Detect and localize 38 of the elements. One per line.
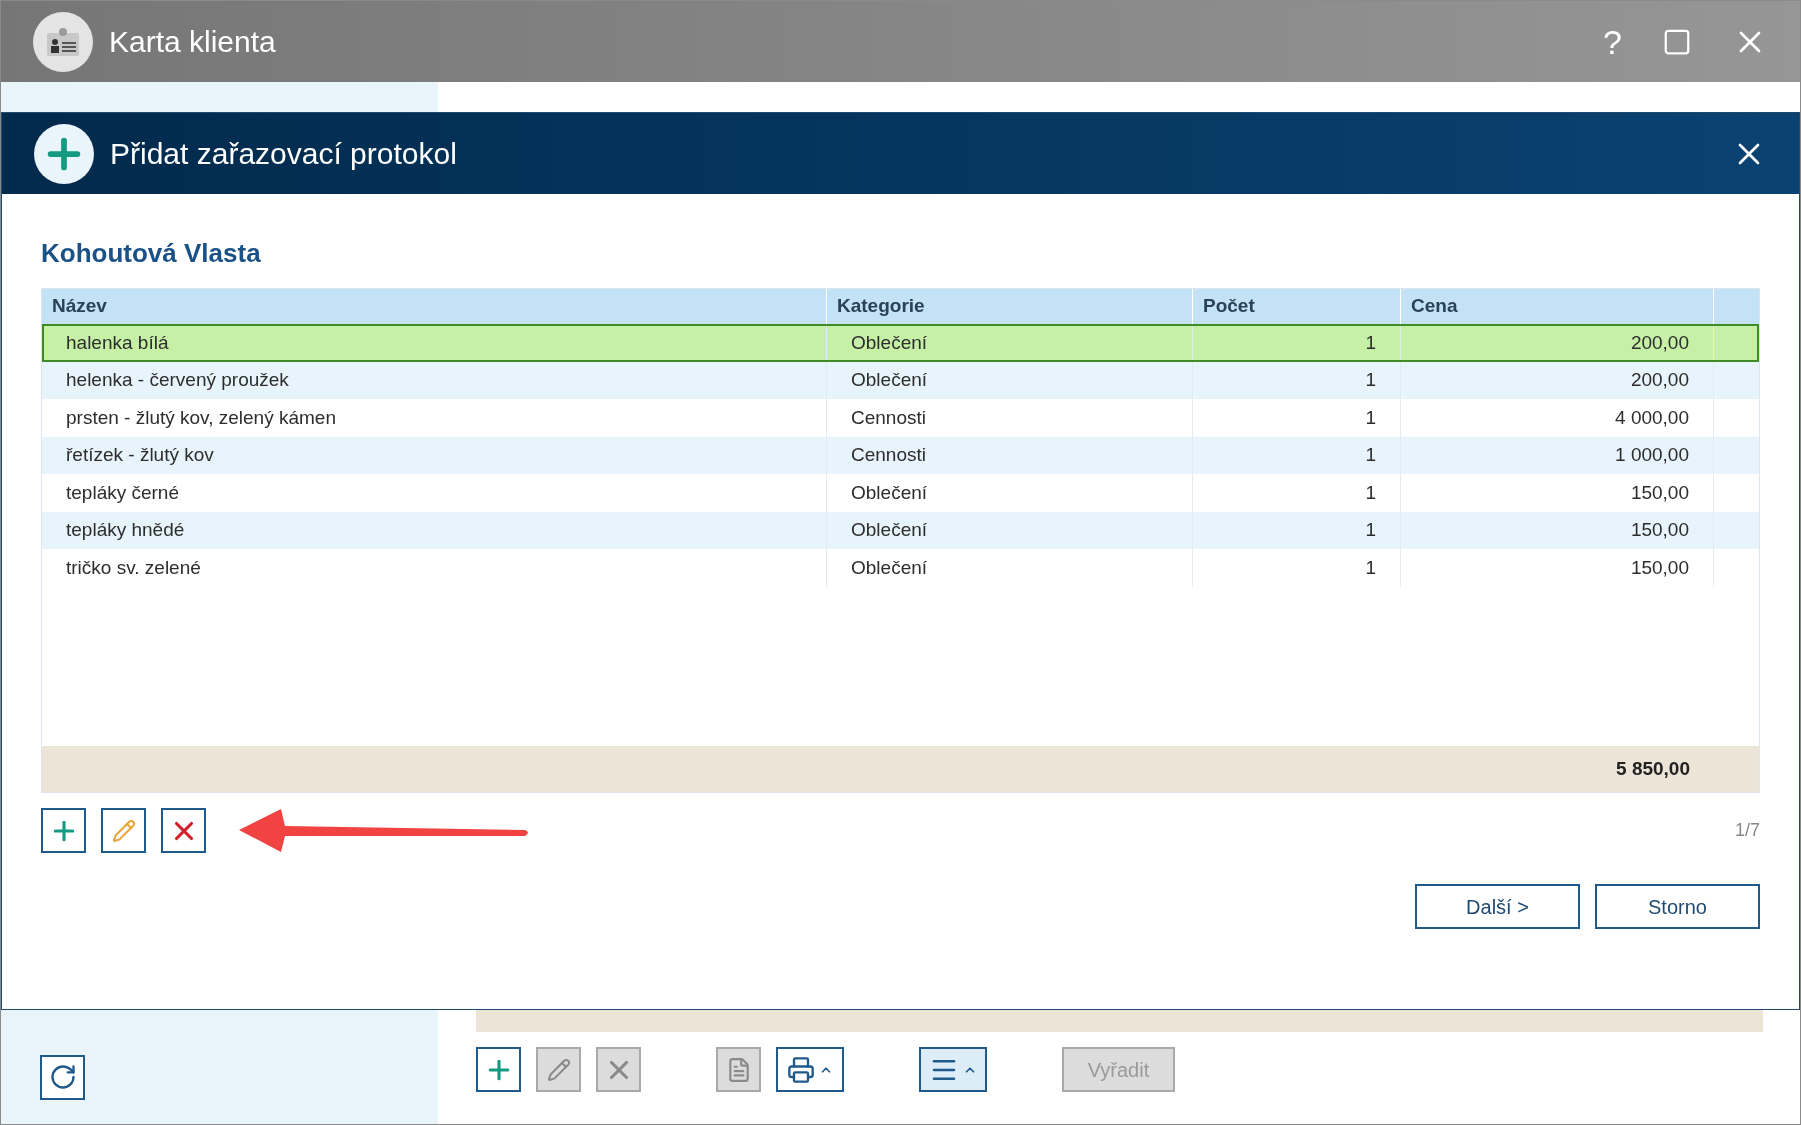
table-cell: Oblečení [827, 474, 1193, 512]
table-cell: Oblečení [827, 549, 1193, 587]
table-cell: 1 [1193, 399, 1401, 437]
table-cell: 1 [1193, 549, 1401, 587]
table-cell: tepláky černé [42, 474, 827, 512]
table-row[interactable]: halenka bílá Oblečení 1 200,00 [42, 324, 1759, 362]
pencil-icon [546, 1057, 571, 1082]
refresh-icon [48, 1063, 77, 1091]
table-cell: 200,00 [1401, 324, 1714, 362]
edit-button[interactable] [101, 808, 146, 853]
table-row[interactable]: helenka - červený proužek Oblečení 1 200,00 [42, 361, 1759, 399]
menu-button[interactable] [919, 1047, 987, 1092]
table-cell: 1 [1193, 324, 1401, 362]
add-button[interactable] [41, 808, 86, 853]
table-row[interactable]: tepláky hnědé Oblečení 1 150,00 [42, 511, 1759, 549]
refresh-button[interactable] [40, 1054, 85, 1100]
table-cell: 1 [1193, 474, 1401, 512]
table-cell: Oblečení [827, 324, 1193, 362]
table-row[interactable]: řetízek - žlutý kov Cennosti 1 1 000,00 [42, 436, 1759, 474]
pencil-icon [111, 818, 136, 843]
table-cell: tričko sv. zelené [42, 549, 827, 587]
table-cell: 4 000,00 [1401, 399, 1714, 437]
table-cell: halenka bílá [42, 324, 827, 362]
page-indicator: 1/7 [1734, 819, 1760, 842]
window-title: Karta klienta [109, 24, 276, 60]
delete-button[interactable] [161, 808, 206, 853]
total-value: 5 850,00 [1615, 756, 1691, 781]
next-button[interactable]: Další > [1415, 884, 1580, 929]
printer-icon [787, 1055, 815, 1084]
table-cell: 150,00 [1401, 474, 1714, 512]
add-button[interactable] [476, 1047, 521, 1092]
print-button[interactable] [776, 1047, 844, 1092]
table-cell: Cennosti [827, 399, 1193, 437]
cancel-button[interactable]: Storno [1595, 884, 1760, 929]
client-name: Kohoutová Vlasta [41, 237, 262, 268]
table-cell: 150,00 [1401, 549, 1714, 587]
table-cell: prsten - žlutý kov, zelený kámen [42, 399, 827, 437]
dialog-title: Přidat zařazovací protokol [110, 136, 457, 172]
